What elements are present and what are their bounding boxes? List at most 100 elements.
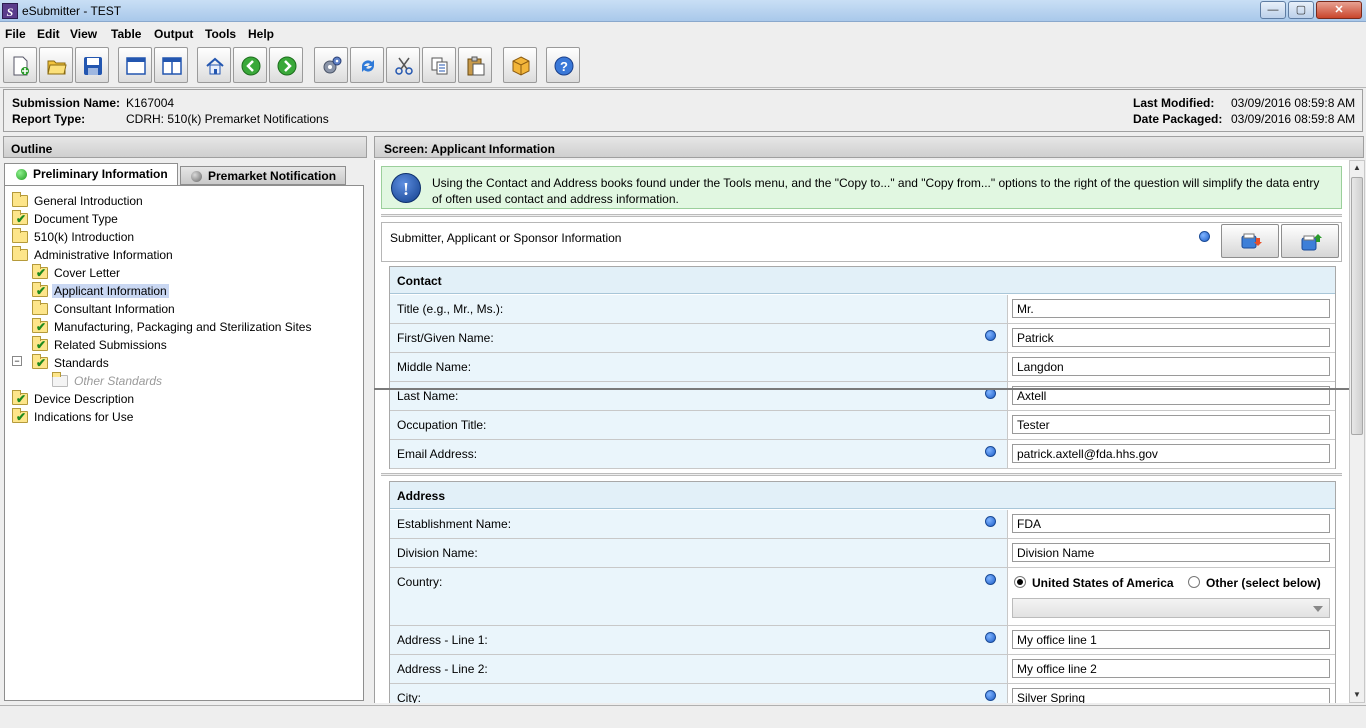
package-button[interactable]	[503, 47, 537, 83]
field-label: Title (e.g., Mr., Ms.):	[397, 302, 504, 316]
required-dot-icon	[1199, 231, 1210, 242]
checked-folder-icon: ✔	[32, 282, 48, 298]
hint-text: Using the Contact and Address books foun…	[432, 176, 1320, 206]
hint-box: ! Using the Contact and Address books fo…	[381, 166, 1342, 209]
toolbar: ?	[0, 44, 1366, 88]
tree-node[interactable]: Other Standards	[5, 372, 361, 390]
report-type-label: Report Type:	[12, 112, 86, 126]
text-input[interactable]: My office line 1	[1012, 630, 1330, 649]
paste-button[interactable]	[458, 47, 492, 83]
menu-help[interactable]: Help	[248, 27, 274, 41]
section-header: Submitter, Applicant or Sponsor Informat…	[381, 222, 1342, 262]
text-input[interactable]: Mr.	[1012, 299, 1330, 318]
tab-preliminary-information[interactable]: Preliminary Information	[4, 163, 178, 185]
text-input[interactable]: Tester	[1012, 415, 1330, 434]
menu-file[interactable]: File	[5, 27, 26, 41]
close-button[interactable]: ✕	[1316, 1, 1362, 19]
text-input[interactable]: My office line 2	[1012, 659, 1330, 678]
menu-tools[interactable]: Tools	[205, 27, 236, 41]
copy-to-button[interactable]	[1221, 224, 1279, 258]
back-arrow-icon	[241, 56, 261, 76]
save-icon	[84, 57, 102, 75]
field-cell: Division Name	[1007, 539, 1335, 567]
tree-node[interactable]: Consultant Information	[5, 300, 361, 318]
checked-folder-icon: ✔	[32, 264, 48, 280]
vertical-scrollbar[interactable]: ▲ ▼	[1349, 160, 1365, 703]
tree-node-label: Indications for Use	[34, 410, 134, 424]
new-button[interactable]	[3, 47, 37, 83]
collapse-toggle-icon[interactable]: −	[12, 356, 22, 366]
tree-node[interactable]: ✔ Device Description	[5, 390, 361, 408]
radio-other[interactable]	[1188, 576, 1200, 588]
tree-node[interactable]: ✔ Applicant Information	[5, 282, 361, 300]
scroll-up-icon[interactable]: ▲	[1351, 161, 1363, 175]
menu-output[interactable]: Output	[154, 27, 193, 41]
refresh-button[interactable]	[350, 47, 384, 83]
form-row: Country: United States of America Other (s…	[390, 568, 1335, 626]
help-button[interactable]: ?	[546, 47, 580, 83]
tree-node[interactable]: − ✔ Standards	[5, 354, 361, 372]
new-document-icon	[13, 56, 29, 76]
field-cell: Tester	[1007, 411, 1335, 439]
maximize-button[interactable]: ▢	[1288, 1, 1314, 19]
pane-splitter[interactable]	[374, 388, 1349, 390]
field-cell: Silver Spring	[1007, 684, 1335, 703]
text-input[interactable]: Silver Spring	[1012, 688, 1330, 703]
copy-to-book-icon	[1241, 233, 1262, 249]
checked-folder-icon: ✔	[12, 210, 28, 226]
minimize-button[interactable]: —	[1260, 1, 1286, 19]
tab-premarket-notification[interactable]: Premarket Notification	[180, 166, 346, 185]
tree-node[interactable]: ✔ Indications for Use	[5, 408, 361, 426]
radio-united-states[interactable]	[1014, 576, 1026, 588]
tree-node-label: Administrative Information	[34, 248, 173, 262]
tree-node[interactable]: ✔ Manufacturing, Packaging and Sterilizat…	[5, 318, 361, 336]
applicant-information-form: ! Using the Contact and Address books fo…	[374, 160, 1349, 703]
form-row: First/Given Name: Patrick	[390, 324, 1335, 353]
split-pane-button[interactable]	[154, 47, 188, 83]
outline-header: Outline	[3, 136, 367, 158]
form-row: City: Silver Spring	[390, 684, 1335, 703]
text-input[interactable]: Patrick	[1012, 328, 1330, 347]
home-button[interactable]	[197, 47, 231, 83]
back-button[interactable]	[233, 47, 267, 83]
contact-panel: Contact Title (e.g., Mr., Ms.): Mr. First/…	[389, 266, 1336, 469]
text-input[interactable]: FDA	[1012, 514, 1330, 533]
folder-icon	[12, 192, 28, 207]
save-button[interactable]	[75, 47, 109, 83]
address-panel: Address Establishment Name: FDA Division N…	[389, 481, 1336, 703]
tree-node[interactable]: Administrative Information	[5, 246, 361, 264]
folder-icon	[12, 246, 28, 261]
field-cell: Axtell	[1007, 382, 1335, 410]
scroll-down-icon[interactable]: ▼	[1351, 688, 1363, 702]
submission-name-value: K167004	[126, 96, 175, 110]
menu-table[interactable]: Table	[111, 27, 141, 41]
country-dropdown[interactable]	[1012, 598, 1330, 618]
tree-node[interactable]: 510(k) Introduction	[5, 228, 361, 246]
home-icon	[206, 57, 224, 75]
green-status-dot-icon	[16, 169, 27, 180]
tree-node[interactable]: General Introduction	[5, 192, 361, 210]
menu-edit[interactable]: Edit	[37, 27, 60, 41]
form-row: Title (e.g., Mr., Ms.): Mr.	[390, 295, 1335, 324]
tree-node[interactable]: ✔ Related Submissions	[5, 336, 361, 354]
checked-folder-icon: ✔	[12, 390, 28, 406]
menu-view[interactable]: View	[70, 27, 97, 41]
copy-from-book-icon	[1301, 234, 1322, 251]
scroll-thumb[interactable]	[1351, 177, 1363, 435]
text-input[interactable]: patrick.axtell@fda.hhs.gov	[1012, 444, 1330, 463]
settings-button[interactable]	[314, 47, 348, 83]
single-pane-icon	[126, 57, 146, 75]
text-input[interactable]: Langdon	[1012, 357, 1330, 376]
tree-node[interactable]: ✔ Cover Letter	[5, 264, 361, 282]
single-pane-button[interactable]	[118, 47, 152, 83]
submission-info-bar: Submission Name: K167004 Report Type: CD…	[3, 89, 1363, 132]
copy-from-button[interactable]	[1281, 224, 1339, 258]
copy-button[interactable]	[422, 47, 456, 83]
forward-button[interactable]	[269, 47, 303, 83]
tree-node[interactable]: ✔ Document Type	[5, 210, 361, 228]
cut-button[interactable]	[386, 47, 420, 83]
tree-node-label: Standards	[54, 356, 109, 370]
open-button[interactable]	[39, 47, 73, 83]
text-input[interactable]: Division Name	[1012, 543, 1330, 562]
required-dot-icon	[985, 516, 996, 527]
